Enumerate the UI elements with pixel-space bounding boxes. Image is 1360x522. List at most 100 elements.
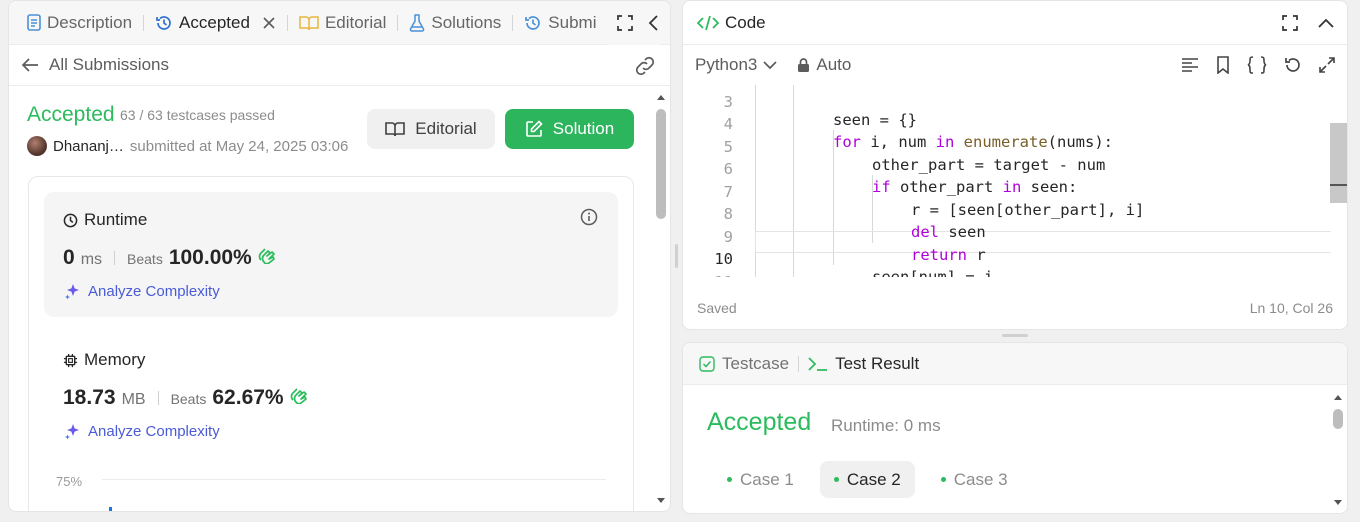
runtime-title: Runtime [63,210,147,230]
memory-beats-value: 62.67% [212,386,284,409]
editorial-button[interactable]: Editorial [367,109,495,149]
tab-test-result-label: Test Result [835,353,920,373]
result-status: Accepted [707,408,812,436]
reset-icon[interactable] [1284,56,1302,74]
tab-divider [798,355,800,372]
submission-subbar: All Submissions [9,45,670,86]
runtime-title-label: Runtime [84,210,148,229]
maximize-icon[interactable] [616,14,634,32]
tab-test-result[interactable]: Test Result [808,354,919,374]
solution-button-label: Solution [552,119,615,138]
language-select[interactable]: Python3 [695,55,777,75]
maximize-icon[interactable] [1281,14,1299,32]
link-icon[interactable] [634,56,656,76]
terminal-icon [808,356,828,371]
case-label: Case 1 [740,469,794,489]
memory-value-line: 18.73 MB Beats 62.67% [63,386,309,410]
code-line: 7 r = [seen[other_part], i] [683,165,1331,219]
runtime-unit: ms [80,251,103,268]
tab-description[interactable]: Description [21,1,138,45]
tab-divider [143,14,145,31]
sparkle-icon [65,284,79,300]
analyze-complexity-memory[interactable]: Analyze Complexity [64,422,220,440]
cursor-position: Ln 10, Col 26 [1249,300,1333,316]
tab-solutions[interactable]: Solutions [403,1,507,45]
chevron-down-icon [763,60,777,69]
tab-testcase[interactable]: Testcase [699,354,789,374]
close-icon[interactable] [262,16,276,30]
left-scrollbar[interactable] [656,91,666,509]
all-submissions-label: All Submissions [49,55,169,74]
editorial-button-label: Editorial [415,119,477,138]
expand-icon[interactable] [1319,57,1335,73]
code-line: 3 seen = {} [683,85,1331,129]
tab-accepted[interactable]: Accepted [149,1,282,45]
avatar[interactable] [27,136,47,156]
case-label: Case 2 [846,469,901,489]
code-line: 5 other_part = target - num [683,120,1331,174]
scroll-thumb[interactable] [656,109,666,219]
horizontal-resize-handle[interactable] [1002,334,1028,337]
code-scrollbar[interactable] [1329,85,1347,277]
all-submissions-link[interactable]: All Submissions [21,55,169,75]
case-tab[interactable]: Case 3 [927,461,1022,498]
solution-button[interactable]: Solution [505,109,634,149]
tab-divider [397,14,399,31]
chevron-up-icon[interactable] [1317,17,1335,29]
code-panel: Code Python3 Auto 3 seen = {} 4 for i, n… [682,0,1348,330]
bookmark-icon[interactable] [1216,56,1230,74]
code-editor[interactable]: 3 seen = {} 4 for i, num in enumerate(nu… [683,85,1331,277]
scroll-up-icon[interactable] [656,93,666,101]
submission-status: Accepted [27,103,115,126]
code-footer: Saved Ln 10, Col 26 [697,300,1333,316]
runtime-beats-label: Beats [127,251,163,267]
tab-editorial-label: Editorial [324,12,387,32]
chevron-left-icon[interactable] [648,14,660,32]
runtime-section[interactable]: Runtime 0 ms Beats 100.00% Analyze Compl… [44,192,618,317]
tab-editorial[interactable]: Editorial [293,1,392,45]
scroll-thumb[interactable] [1333,409,1343,429]
case-tabs: Case 1 Case 2 Case 3 [713,461,1022,498]
braces-icon[interactable] [1247,56,1267,74]
case-tab-active[interactable]: Case 2 [819,461,915,498]
scroll-up-icon[interactable] [1333,393,1343,401]
tab-description-label: Description [47,12,133,32]
code-cursor-marker [1330,184,1347,186]
distribution-chart-tick: 75% [56,474,83,489]
flask-icon [410,13,425,32]
clapping-hands-icon [290,388,307,404]
chip-icon [63,353,78,367]
edit-icon [525,120,543,137]
test-result-panel: Testcase Test Result Accepted Runtime: 0… [682,342,1348,514]
scroll-down-icon[interactable] [1333,499,1343,507]
username[interactable]: Dhananj… [53,138,124,155]
code-line: 9 return r [683,210,1331,264]
result-scrollbar[interactable] [1333,391,1343,509]
code-title: Code [725,12,766,32]
runtime-value: 0 [63,246,75,269]
analyze-complexity-runtime[interactable]: Analyze Complexity [64,282,220,300]
tab-submissions[interactable]: Submi [518,1,602,45]
line-number: 11 [683,273,733,277]
case-tab[interactable]: Case 1 [713,461,808,498]
book-icon [385,122,406,137]
analyze-complexity-label: Analyze Complexity [88,422,220,440]
code-scroll-thumb[interactable] [1330,123,1347,203]
submitter-info: Dhananj… submitted at May 24, 2025 03:06 [27,136,348,156]
scroll-down-icon[interactable] [656,497,666,505]
code-toolbar: Python3 Auto [683,45,1347,85]
auto-mode-toggle[interactable]: Auto [797,55,851,75]
vertical-resize-handle[interactable] [675,244,678,268]
code-line: 8 del seen [683,187,1331,241]
code-line: 6 if other_part in seen: [683,142,1331,196]
info-icon[interactable] [580,208,598,226]
clock-icon [63,213,78,227]
runtime-beats-value: 100.00% [168,246,252,269]
case-label: Case 3 [953,469,1008,489]
runtime-value-line: 0 ms Beats 100.00% [63,246,277,270]
format-icon[interactable] [1181,57,1199,73]
distribution-chart-gridline [102,479,606,480]
testcases-passed: 63 / 63 testcases passed [120,107,275,123]
result-tab-bar: Testcase Test Result [683,343,1347,385]
tab-accepted-label: Accepted [179,12,250,32]
